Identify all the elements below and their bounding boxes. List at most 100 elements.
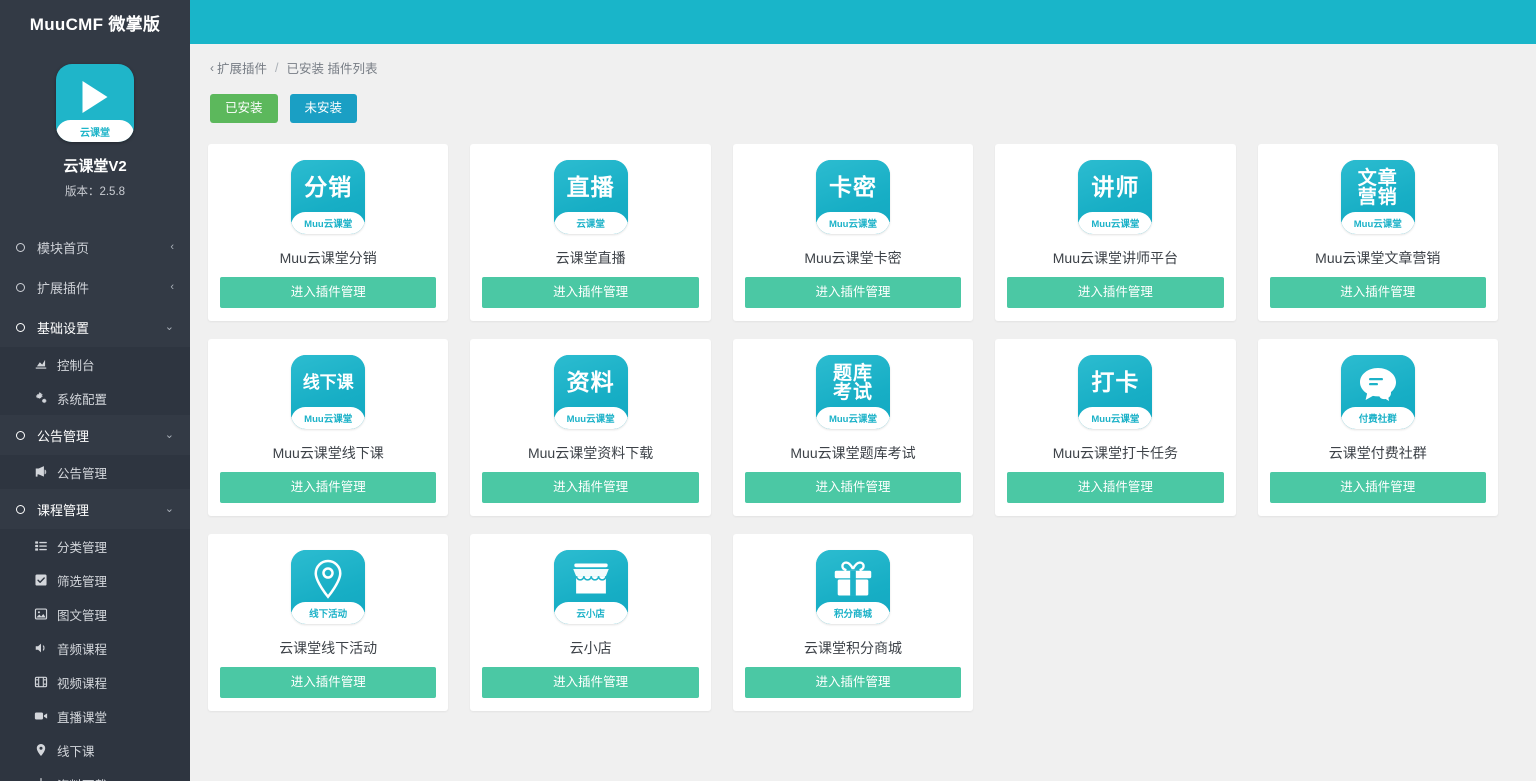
plugin-card: 线下活动云课堂线下活动进入插件管理 [208,534,448,711]
breadcrumb-parent[interactable]: 扩展插件 [217,58,267,77]
plugin-title: Muu云课堂资料下载 [528,443,653,463]
sidebar-item-label: 图文管理 [57,605,107,624]
tab-installed[interactable]: 已安装 [210,94,278,123]
plugin-icon-glyph: 讲师 [1078,163,1152,213]
plugin-card: 讲师Muu云课堂Muu云课堂讲师平台进入插件管理 [995,144,1235,321]
gears-icon [32,391,49,405]
plugin-manage-button[interactable]: 进入插件管理 [1270,277,1486,308]
sidebar-item-label: 系统配置 [57,389,107,408]
sidebar-item-音频课程[interactable]: 音频课程 [0,631,190,665]
sidebar-group-扩展插件[interactable]: 扩展插件‹ [0,267,190,307]
checkbox-icon [32,573,49,587]
plugin-icon: 直播云课堂 [554,160,628,234]
film-icon [32,675,49,689]
plugin-icon-glyph: 线下课 [291,358,365,408]
gift-icon [816,556,890,601]
plugin-icon-band: 积分商城 [816,602,890,624]
sidebar-item-label: 公告管理 [57,463,107,482]
plugin-icon-band: Muu云课堂 [1341,212,1415,234]
sidebar-item-直播课堂[interactable]: 直播课堂 [0,699,190,733]
plugin-icon-band: 云课堂 [554,212,628,234]
plugin-icon-glyph: 分销 [291,163,365,213]
plugin-manage-button[interactable]: 进入插件管理 [482,667,698,698]
app-logo-tile: 云课堂 [56,64,134,142]
plugin-title: Muu云课堂线下课 [273,443,384,463]
plugin-manage-button[interactable]: 进入插件管理 [482,472,698,503]
plugin-title: Muu云课堂卡密 [804,248,901,268]
plugin-icon-brand: Muu云课堂 [567,411,615,425]
tab-uninstalled[interactable]: 未安装 [290,94,358,123]
sidebar-item-资料下载[interactable]: 资料下载 [0,767,190,781]
sidebar-item-label: 筛选管理 [57,571,107,590]
sidebar-group-公告管理[interactable]: 公告管理⌄ [0,415,190,455]
sidebar-group-课程管理[interactable]: 课程管理⌄ [0,489,190,529]
plugin-manage-button[interactable]: 进入插件管理 [1007,472,1223,503]
plugin-icon-band: Muu云课堂 [291,407,365,429]
megaphone-icon [32,465,49,479]
plugin-card: 云小店云小店进入插件管理 [470,534,710,711]
plugin-title: 云课堂直播 [556,248,626,268]
plugin-manage-button[interactable]: 进入插件管理 [220,277,436,308]
plugin-card: 题库考试Muu云课堂Muu云课堂题库考试进入插件管理 [733,339,973,516]
sidebar-group-label: 课程管理 [37,500,165,519]
shop-icon [554,556,628,601]
sidebar-item-label: 线下课 [57,741,95,760]
plugin-icon-brand: Muu云课堂 [1354,216,1402,230]
main-content: ‹ 扩展插件 / 已安装 插件列表 已安装 未安装 分销Muu云课堂Muu云课堂… [190,0,1536,781]
image-icon [32,607,49,621]
sidebar-submenu: 控制台系统配置 [0,347,190,415]
plugin-icon-brand: Muu云课堂 [1091,411,1139,425]
breadcrumb: ‹ 扩展插件 / 已安装 插件列表 [208,44,1518,77]
plugin-manage-button[interactable]: 进入插件管理 [1270,472,1486,503]
sidebar-item-筛选管理[interactable]: 筛选管理 [0,563,190,597]
plugin-icon-brand: Muu云课堂 [304,411,352,425]
plugin-card: 资料 Muu云课堂 Muu云课堂资料下载进入插件管理 [470,339,710,516]
sidebar-item-控制台[interactable]: 控制台 [0,347,190,381]
plugin-icon-glyph: 题库考试 [816,358,890,408]
plugin-icon-band: 线下活动 [291,602,365,624]
plugin-icon-brand: 线下活动 [309,606,347,620]
sidebar-item-label: 控制台 [57,355,95,374]
sidebar-item-label: 分类管理 [57,537,107,556]
sidebar-item-图文管理[interactable]: 图文管理 [0,597,190,631]
sidebar-item-分类管理[interactable]: 分类管理 [0,529,190,563]
circle-bullet-icon [16,505,25,514]
plugin-icon-brand: 云小店 [576,606,605,620]
circle-bullet-icon [16,243,25,252]
chevron-icon: ⌄ [165,322,174,333]
plugin-icon: 积分商城 [816,550,890,624]
plugin-manage-button[interactable]: 进入插件管理 [220,667,436,698]
sidebar-group-label: 模块首页 [37,238,170,257]
plugin-title: Muu云课堂文章营销 [1315,248,1440,268]
sidebar-group-模块首页[interactable]: 模块首页‹ [0,227,190,267]
plugin-icon-band: Muu云课堂 [291,212,365,234]
plugin-card: 卡密Muu云课堂 Muu云课堂卡密进入插件管理 [733,144,973,321]
plugin-manage-button[interactable]: 进入插件管理 [220,472,436,503]
sidebar-item-公告管理[interactable]: 公告管理 [0,455,190,489]
back-chevron-icon[interactable]: ‹ [210,61,214,75]
plugin-icon: 线下活动 [291,550,365,624]
sidebar-group-label: 公告管理 [37,426,165,445]
plugin-icon: 卡密Muu云课堂 [816,160,890,234]
sidebar-item-视频课程[interactable]: 视频课程 [0,665,190,699]
plugin-manage-button[interactable]: 进入插件管理 [1007,277,1223,308]
sidebar-nav: 模块首页‹扩展插件‹基础设置⌄控制台系统配置公告管理⌄公告管理课程管理⌄分类管理… [0,227,190,781]
plugin-manage-button[interactable]: 进入插件管理 [482,277,698,308]
sidebar-item-系统配置[interactable]: 系统配置 [0,381,190,415]
plugin-manage-button[interactable]: 进入插件管理 [745,472,961,503]
sidebar-item-线下课[interactable]: 线下课 [0,733,190,767]
sidebar-group-基础设置[interactable]: 基础设置⌄ [0,307,190,347]
plugin-icon-glyph: 资料 [554,358,628,408]
plugin-card: 直播云课堂云课堂直播进入插件管理 [470,144,710,321]
plugin-card: 付费社群云课堂付费社群进入插件管理 [1258,339,1498,516]
plugin-icon-glyph: 文章营销 [1341,163,1415,213]
chat-bubble-icon [1341,361,1415,406]
speaker-icon [32,641,49,655]
plugin-card: 积分商城云课堂积分商城进入插件管理 [733,534,973,711]
plugin-manage-button[interactable]: 进入插件管理 [745,667,961,698]
plugin-icon-glyph: 卡密 [816,163,890,213]
plugin-manage-button[interactable]: 进入插件管理 [745,277,961,308]
plugin-icon-brand: Muu云课堂 [1091,216,1139,230]
plugin-icon-brand: 云课堂 [576,216,605,230]
circle-bullet-icon [16,431,25,440]
